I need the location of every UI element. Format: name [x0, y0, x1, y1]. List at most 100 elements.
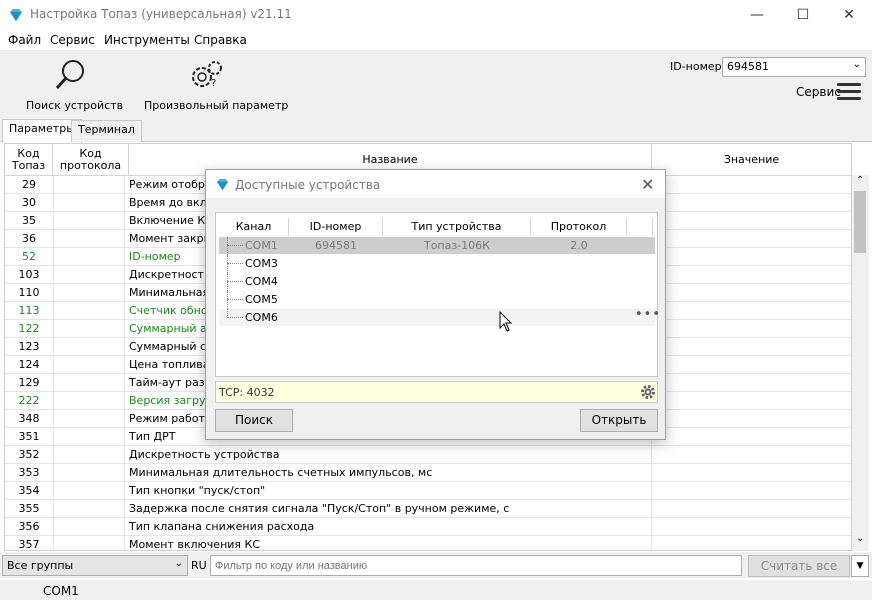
table-row[interactable]: 357 Момент включения КС	[5, 536, 851, 551]
row-value	[651, 500, 652, 518]
id-number-label: ID-номер	[670, 60, 722, 73]
row-code: 355	[18, 502, 40, 515]
menu-service[interactable]: Сервис	[50, 33, 95, 47]
header-code[interactable]: Код Топаз	[5, 144, 53, 176]
row-code: 357	[18, 538, 40, 551]
row-code: 123	[18, 340, 40, 353]
table-row[interactable]: 353 Минимальная длительность счетных импу…	[5, 464, 851, 482]
magnifier-icon	[55, 60, 84, 90]
id-number-value: 694581	[727, 60, 769, 73]
group-select[interactable]: Все группы ⌄	[2, 555, 188, 576]
service-label: Сервис	[796, 85, 841, 99]
tcp-value: TCP: 4032	[219, 386, 275, 399]
tab-parameters[interactable]: Параметры	[2, 119, 82, 143]
col-channel[interactable]: Канал	[219, 218, 289, 236]
row-name: Режим работы	[129, 412, 214, 425]
table-row[interactable]: 356 Тип клапана снижения расхода	[5, 518, 851, 536]
scroll-down-icon[interactable]: ⌄	[856, 533, 864, 544]
row-protocol-code	[53, 230, 125, 248]
gear-icon[interactable]	[640, 384, 656, 400]
device-type: Топаз-106К	[423, 239, 490, 252]
row-name: Момент включения КС	[129, 538, 261, 551]
header-protocol-code[interactable]: Код протокола	[53, 144, 129, 176]
device-channel: COM5	[245, 293, 278, 306]
title-bar: Настройка Топаз (универсальная) v21.11 —…	[0, 0, 872, 30]
chevron-down-icon: ⌄	[852, 59, 861, 70]
row-value	[651, 464, 652, 482]
dialog-close-icon[interactable]: ✕	[641, 175, 654, 194]
row-name: Тип ДРТ	[129, 430, 176, 443]
device-rows: COM1 694581 Топаз-106К 2.0 COM3 COM4 COM5 COM6 •…	[216, 237, 660, 367]
row-code: 29	[22, 178, 36, 191]
col-device-type[interactable]: Тип устройства	[383, 218, 531, 236]
table-row[interactable]: 352 Дискретность устройства	[5, 446, 851, 464]
hamburger-menu-icon[interactable]	[837, 83, 861, 101]
row-value	[651, 518, 652, 536]
menu-tools[interactable]: Инструменты	[104, 33, 190, 47]
device-channel: COM6	[245, 311, 278, 324]
close-button[interactable]: ✕	[826, 0, 872, 30]
menu-bar: Файл Сервис Инструменты Справка	[0, 30, 872, 50]
row-protocol-code	[53, 446, 125, 464]
search-devices-button[interactable]: Поиск устройств	[22, 56, 123, 116]
scroll-thumb[interactable]	[854, 191, 866, 253]
tree-line	[227, 273, 228, 291]
row-name: Тип кнопки "пуск/стоп"	[129, 484, 266, 497]
filter-input[interactable]	[210, 555, 742, 576]
col-id[interactable]: ID-номер	[289, 218, 383, 236]
tree-line	[227, 299, 243, 300]
col-protocol[interactable]: Протокол	[531, 218, 627, 236]
table-row[interactable]: 354 Тип кнопки "пуск/стоп"	[5, 482, 851, 500]
row-protocol-code	[53, 248, 125, 266]
tab-strip: Параметры Терминал	[0, 118, 872, 143]
status-port: COM1	[43, 584, 79, 598]
minimize-button[interactable]: —	[734, 0, 780, 30]
svg-text:?: ?	[211, 78, 216, 89]
id-number-select[interactable]: 694581 ⌄	[722, 57, 866, 77]
tree-line	[227, 245, 243, 246]
tree-line	[227, 317, 243, 318]
table-row[interactable]: 355 Задержка после снятия сигнала "Пуск/С…	[5, 500, 851, 518]
device-row[interactable]: COM3	[219, 255, 655, 273]
row-code: 122	[18, 322, 40, 335]
row-protocol-code	[53, 500, 125, 518]
tcp-field[interactable]: TCP: 4032	[215, 381, 658, 403]
gears-icon: ?	[192, 61, 222, 89]
tab-terminal[interactable]: Терминал	[71, 120, 142, 142]
custom-param-label: Произвольный параметр	[144, 99, 289, 112]
device-row[interactable]: COM6 •••	[219, 307, 660, 326]
device-row[interactable]: COM1 694581 Топаз-106К 2.0	[219, 237, 655, 255]
row-code: 356	[18, 520, 40, 533]
tree-line	[227, 237, 228, 255]
col-extra	[627, 218, 653, 236]
row-protocol-code	[53, 176, 125, 194]
row-code: 36	[22, 232, 36, 245]
device-channel: COM1	[245, 239, 278, 252]
device-row[interactable]: COM5	[219, 291, 655, 309]
row-code: 30	[22, 196, 36, 209]
row-protocol-code	[53, 194, 125, 212]
device-row[interactable]: COM4	[219, 273, 655, 291]
row-name: Задержка после снятия сигнала "Пуск/Стоп…	[129, 502, 510, 515]
open-button[interactable]: Открыть	[580, 409, 658, 432]
row-name: ID-номер	[129, 250, 181, 263]
row-name: Цена топлива,	[129, 358, 213, 371]
row-protocol-code	[53, 212, 125, 230]
diamond-icon	[10, 9, 22, 21]
window-title: Настройка Топаз (универсальная) v21.11	[30, 7, 292, 21]
custom-param-button[interactable]: ? Произвольный параметр	[142, 56, 288, 116]
menu-help[interactable]: Справка	[194, 33, 247, 47]
row-protocol-code	[53, 518, 125, 536]
read-all-button[interactable]: Считать все	[748, 555, 850, 577]
search-button[interactable]: Поиск	[215, 409, 293, 432]
vertical-scrollbar[interactable]: ⌃ ⌄	[852, 175, 869, 551]
row-protocol-code	[53, 536, 125, 550]
more-options-icon[interactable]: •••	[635, 307, 661, 322]
language-label: RU	[191, 559, 207, 572]
header-value[interactable]: Значение	[652, 144, 851, 176]
maximize-button[interactable]: ☐	[780, 0, 826, 30]
dialog-title-bar: Доступные устройства ✕	[206, 170, 665, 198]
read-all-dropdown-icon[interactable]: ▼	[851, 555, 869, 577]
scroll-up-icon[interactable]: ⌃	[856, 175, 864, 186]
menu-file[interactable]: Файл	[8, 33, 41, 47]
